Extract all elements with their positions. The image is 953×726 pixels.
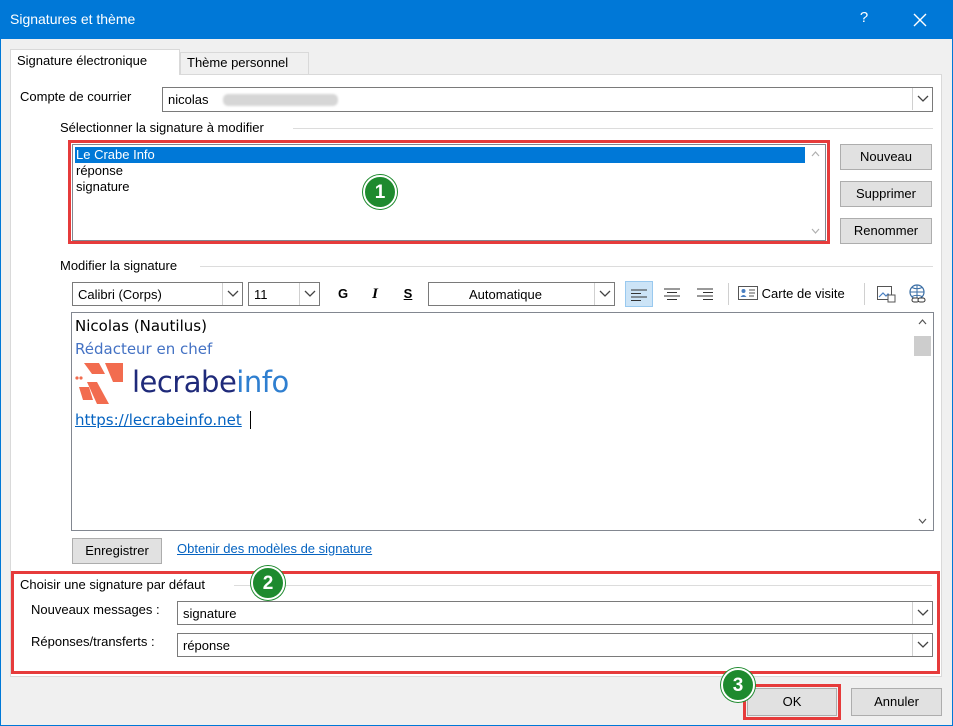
business-card-button[interactable]: Carte de visite — [738, 281, 845, 307]
chevron-up-icon[interactable] — [807, 146, 824, 163]
annotation-marker-2: 2 — [251, 566, 285, 600]
align-right-button[interactable] — [692, 281, 718, 307]
group-divider — [293, 128, 933, 129]
font-color-select[interactable]: Automatique — [428, 282, 615, 306]
toolbar-separator — [728, 283, 729, 305]
hyperlink-globe-icon — [909, 284, 926, 303]
edit-signature-label: Modifier la signature — [60, 258, 178, 273]
signature-name: Nicolas (Nautilus) — [75, 317, 207, 335]
signature-list[interactable]: Le Crabe Info réponse signature — [72, 144, 826, 241]
rename-signature-button[interactable]: Renommer — [840, 218, 932, 244]
select-signature-label: Sélectionner la signature à modifier — [60, 120, 264, 135]
scroll-thumb[interactable] — [914, 336, 931, 356]
annotation-marker-3: 3 — [721, 668, 755, 702]
title-bar: Signatures et thème ? — [0, 0, 953, 39]
align-right-icon — [697, 288, 713, 300]
signature-role: Rédacteur en chef — [75, 340, 213, 358]
crab-logo-icon — [75, 363, 123, 404]
chevron-down-icon[interactable] — [222, 283, 242, 305]
list-item[interactable]: Le Crabe Info — [75, 147, 805, 163]
text-cursor — [250, 411, 251, 429]
chevron-up-icon[interactable] — [914, 314, 931, 331]
font-size-select[interactable]: 11 — [248, 282, 320, 306]
chevron-down-icon[interactable] — [807, 222, 824, 239]
chevron-down-icon[interactable] — [912, 88, 932, 110]
chevron-down-icon[interactable] — [912, 602, 932, 624]
account-value: nicolas — [168, 92, 209, 107]
font-select[interactable]: Calibri (Corps) — [72, 282, 243, 306]
chevron-down-icon[interactable] — [299, 283, 319, 305]
replies-forwards-select[interactable]: réponse — [177, 633, 933, 657]
account-select[interactable]: nicolas — [162, 87, 933, 112]
replies-forwards-label: Réponses/transferts : — [31, 634, 155, 649]
list-item[interactable]: signature — [75, 179, 805, 195]
signature-editor[interactable]: Nicolas (Nautilus) Rédacteur en chef lec… — [71, 312, 934, 531]
chevron-down-icon[interactable] — [912, 634, 932, 656]
save-button[interactable]: Enregistrer — [72, 538, 162, 564]
align-left-icon — [631, 289, 647, 301]
help-button[interactable]: ? — [856, 9, 872, 26]
annotation-marker-1: 1 — [363, 175, 397, 209]
italic-button[interactable]: I — [363, 281, 387, 307]
editor-scrollbar[interactable] — [914, 314, 931, 529]
align-center-icon — [664, 288, 680, 300]
cancel-button[interactable]: Annuler — [851, 688, 942, 716]
tab-signature-electronique[interactable]: Signature électronique — [10, 49, 180, 75]
blurred-email — [223, 94, 338, 106]
window-title: Signatures et thème — [10, 11, 136, 27]
picture-icon — [877, 286, 896, 303]
align-center-button[interactable] — [659, 281, 685, 307]
get-signature-templates-link[interactable]: Obtenir des modèles de signature — [177, 541, 372, 556]
list-item[interactable]: réponse — [75, 163, 805, 179]
list-scrollbar[interactable] — [807, 146, 824, 239]
insert-hyperlink-button[interactable] — [906, 281, 930, 307]
signature-url-link[interactable]: https://lecrabeinfo.net — [75, 411, 242, 429]
insert-picture-button[interactable] — [874, 281, 898, 307]
delete-signature-button[interactable]: Supprimer — [840, 181, 932, 207]
close-icon[interactable] — [906, 6, 934, 34]
new-messages-label: Nouveaux messages : — [31, 602, 160, 617]
bold-button[interactable]: G — [331, 281, 355, 307]
tab-theme-personnel[interactable]: Thème personnel — [180, 52, 309, 74]
toolbar-separator — [864, 283, 865, 305]
group-divider — [200, 266, 933, 267]
chevron-down-icon[interactable] — [594, 283, 614, 305]
business-card-icon — [738, 286, 758, 300]
chevron-down-icon[interactable] — [914, 512, 931, 529]
underline-button[interactable]: S — [396, 281, 420, 307]
group-divider — [234, 585, 932, 586]
account-label: Compte de courrier — [20, 89, 132, 104]
new-signature-button[interactable]: Nouveau — [840, 144, 932, 170]
new-messages-select[interactable]: signature — [177, 601, 933, 625]
default-signature-label: Choisir une signature par défaut — [20, 577, 206, 592]
ok-button[interactable]: OK — [747, 688, 837, 716]
lecrabeinfo-logo: lecrabeinfo — [75, 360, 295, 408]
align-left-button[interactable] — [625, 281, 653, 307]
